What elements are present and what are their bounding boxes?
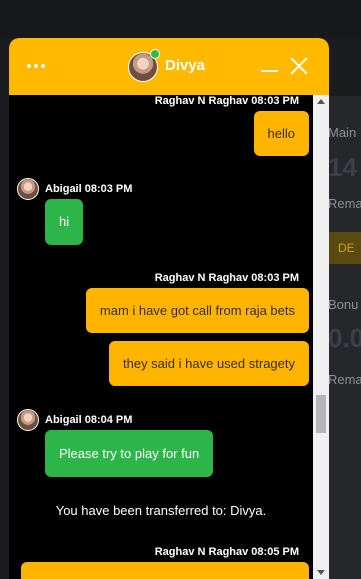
- bonus-label: Bonu: [328, 297, 359, 312]
- main-balance-value: 14: [328, 152, 357, 182]
- agent-message-bubble: hi: [45, 199, 84, 245]
- agent-message-bubble: Please try to play for fun: [45, 430, 214, 477]
- message-meta: Raghav N Raghav 08:03 PM: [154, 95, 299, 107]
- user-message-bubble: mam i have got call from raja bets: [85, 288, 309, 333]
- agent-avatar-small: [17, 178, 39, 200]
- online-status-indicator: [150, 49, 160, 59]
- message-meta: Raghav N Raghav 08:05 PM: [154, 546, 299, 558]
- scrollbar[interactable]: [313, 95, 329, 579]
- user-message-bubble: [21, 562, 309, 579]
- close-icon[interactable]: [290, 57, 308, 75]
- chat-header: Divya: [9, 38, 329, 95]
- minimize-icon[interactable]: [261, 70, 278, 72]
- remaining-label: Rema: [328, 196, 361, 211]
- background-topbar: [0, 0, 361, 38]
- ellipsis-icon[interactable]: [27, 56, 51, 76]
- user-message-bubble: hello: [253, 111, 309, 156]
- agent-name: Divya: [165, 57, 206, 74]
- message-list: Raghav N Raghav 08:03 PM hello Abigail 0…: [9, 95, 313, 579]
- scroll-up-icon[interactable]: [317, 99, 325, 104]
- main-balance-label: Main: [328, 125, 357, 140]
- agent-avatar-small: [17, 409, 39, 431]
- scroll-thumb[interactable]: [316, 395, 326, 433]
- message-meta: Abigail 08:04 PM: [45, 414, 133, 426]
- bonus-value: 0.0: [328, 323, 361, 353]
- scroll-down-icon[interactable]: [317, 570, 325, 575]
- deposit-button[interactable]: DE: [328, 232, 361, 264]
- system-message: You have been transferred to: Divya.: [55, 503, 267, 518]
- remaining-bonus-label: Rema: [328, 372, 361, 387]
- message-meta: Abigail 08:03 PM: [45, 183, 133, 195]
- chat-widget: Divya Raghav N Raghav 08:03 PM hello Abi…: [9, 38, 329, 579]
- message-meta: Raghav N Raghav 08:03 PM: [154, 272, 299, 284]
- user-message-bubble: they said i have used stragety: [109, 341, 309, 386]
